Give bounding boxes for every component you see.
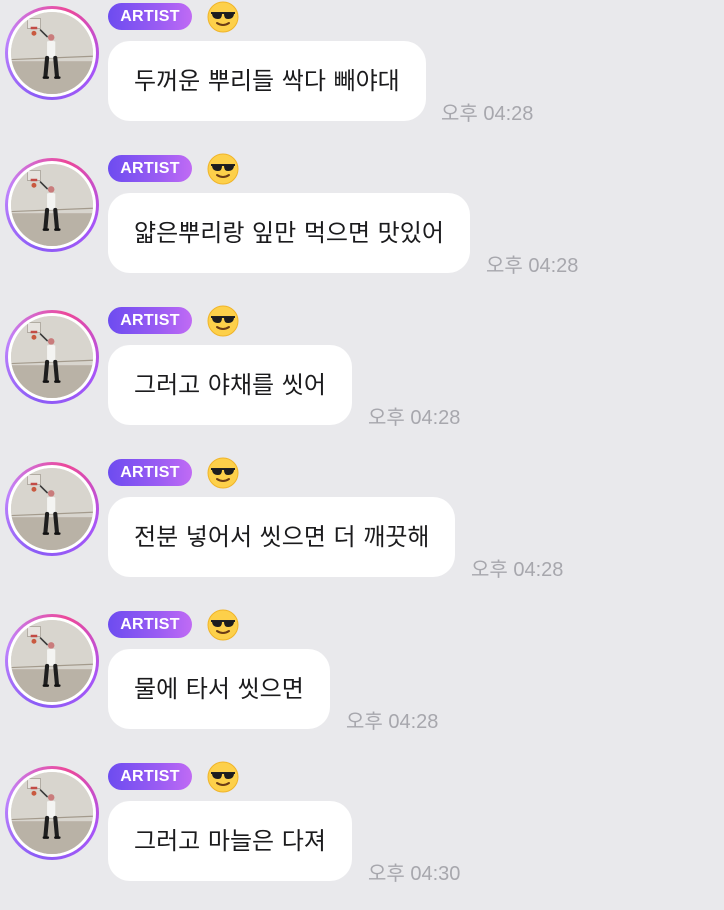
chat-message-list[interactable]: ARTIST 두꺼운 뿌리들 싹다 빼야대 오후 04:28 ARTIST 얇은… bbox=[0, 0, 724, 888]
avatar-ring bbox=[8, 465, 96, 553]
profile-photo bbox=[11, 772, 93, 854]
message-bubble[interactable]: 그러고 마늘은 다져 bbox=[108, 801, 352, 881]
chat-message: ARTIST 두꺼운 뿌리들 싹다 빼야대 오후 04:28 bbox=[0, 0, 724, 150]
message-text: 두꺼운 뿌리들 싹다 빼야대 bbox=[134, 67, 400, 95]
chat-message: ARTIST 물에 타서 씻으면 오후 04:28 bbox=[0, 608, 724, 758]
profile-photo-image bbox=[11, 468, 93, 550]
message-bubble[interactable]: 두꺼운 뿌리들 싹다 빼야대 bbox=[108, 41, 426, 121]
message-text: 물에 타서 씻으면 bbox=[134, 675, 304, 703]
profile-photo-image bbox=[11, 316, 93, 398]
smiling-face-with-sunglasses-icon bbox=[207, 761, 239, 793]
chat-message: ARTIST 전분 넣어서 씻으면 더 깨끗해 오후 04:28 bbox=[0, 456, 724, 606]
artist-badge: ARTIST bbox=[108, 3, 192, 30]
smiling-face-with-sunglasses-icon bbox=[207, 153, 239, 185]
message-timestamp: 오후 04:30 bbox=[368, 863, 461, 885]
profile-photo-image bbox=[11, 164, 93, 246]
profile-photo bbox=[11, 468, 93, 550]
avatar[interactable] bbox=[5, 6, 99, 100]
profile-photo-image bbox=[11, 620, 93, 702]
message-timestamp: 오후 04:28 bbox=[368, 407, 461, 429]
smiling-face-with-sunglasses-icon bbox=[207, 305, 239, 337]
message-text: 그러고 마늘은 다져 bbox=[134, 827, 326, 855]
smiling-face-with-sunglasses-icon bbox=[207, 457, 239, 489]
profile-photo-image bbox=[11, 12, 93, 94]
chat-message: ARTIST 얇은뿌리랑 잎만 먹으면 맛있어 오후 04:28 bbox=[0, 152, 724, 302]
message-timestamp: 오후 04:28 bbox=[346, 711, 439, 733]
artist-badge: ARTIST bbox=[108, 155, 192, 182]
profile-photo bbox=[11, 316, 93, 398]
chat-message: ARTIST 그러고 야채를 씻어 오후 04:28 bbox=[0, 304, 724, 454]
message-bubble[interactable]: 전분 넣어서 씻으면 더 깨끗해 bbox=[108, 497, 456, 577]
message-timestamp: 오후 04:28 bbox=[471, 559, 564, 581]
smiling-face-with-sunglasses-icon bbox=[207, 609, 239, 641]
avatar-ring bbox=[8, 9, 96, 97]
message-text: 얇은뿌리랑 잎만 먹으면 맛있어 bbox=[134, 219, 444, 247]
message-text: 전분 넣어서 씻으면 더 깨끗해 bbox=[134, 523, 430, 551]
avatar[interactable] bbox=[5, 310, 99, 404]
avatar[interactable] bbox=[5, 614, 99, 708]
profile-photo-image bbox=[11, 772, 93, 854]
profile-photo bbox=[11, 620, 93, 702]
artist-badge: ARTIST bbox=[108, 611, 192, 638]
message-bubble[interactable]: 그러고 야채를 씻어 bbox=[108, 345, 352, 425]
message-bubble[interactable]: 얇은뿌리랑 잎만 먹으면 맛있어 bbox=[108, 193, 470, 273]
avatar[interactable] bbox=[5, 462, 99, 556]
message-timestamp: 오후 04:28 bbox=[486, 255, 579, 277]
artist-badge: ARTIST bbox=[108, 307, 192, 334]
smiling-face-with-sunglasses-icon bbox=[207, 1, 239, 33]
avatar-ring bbox=[8, 161, 96, 249]
message-text: 그러고 야채를 씻어 bbox=[134, 371, 326, 399]
message-bubble[interactable]: 물에 타서 씻으면 bbox=[108, 649, 330, 729]
avatar-ring bbox=[8, 313, 96, 401]
profile-photo bbox=[11, 164, 93, 246]
avatar-ring bbox=[8, 617, 96, 705]
profile-photo bbox=[11, 12, 93, 94]
message-timestamp: 오후 04:28 bbox=[441, 103, 534, 125]
artist-badge: ARTIST bbox=[108, 763, 192, 790]
avatar[interactable] bbox=[5, 158, 99, 252]
artist-badge: ARTIST bbox=[108, 459, 192, 486]
avatar[interactable] bbox=[5, 766, 99, 860]
avatar-ring bbox=[8, 769, 96, 857]
